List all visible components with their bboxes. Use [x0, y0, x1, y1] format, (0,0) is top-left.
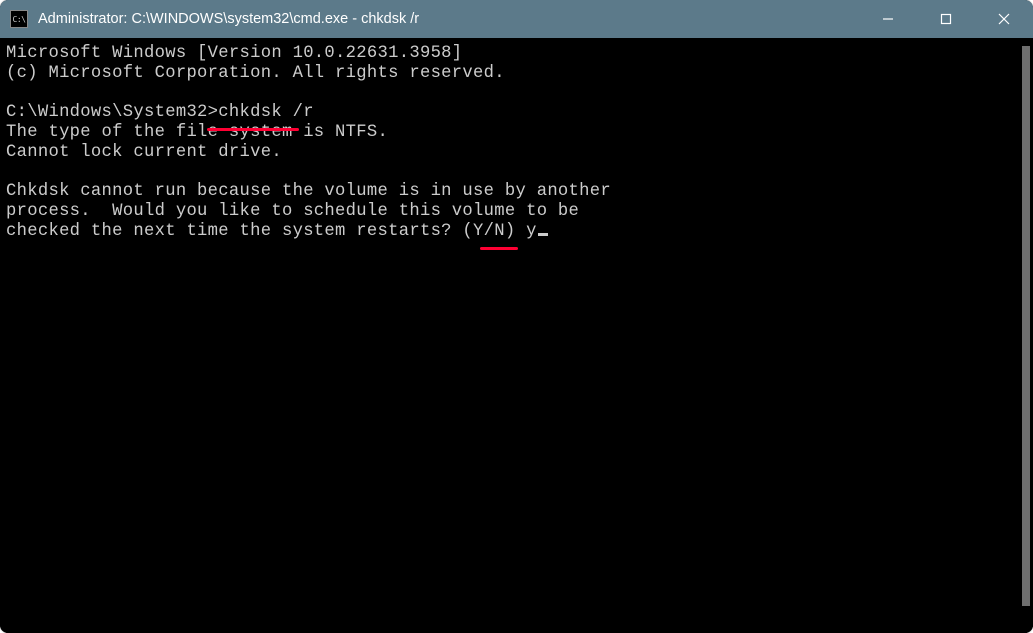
scrollbar-thumb[interactable] [1022, 46, 1030, 606]
cmd-icon: C:\ [10, 10, 28, 28]
close-button[interactable] [975, 0, 1033, 38]
prompt-prefix: C:\Windows\System32> [6, 103, 218, 122]
close-icon [998, 13, 1010, 25]
message-line-3: checked the next time the system restart… [6, 222, 526, 241]
minimize-icon [882, 13, 894, 25]
command-text: chkdsk /r [218, 103, 314, 122]
message-line-1: Chkdsk cannot run because the volume is … [6, 182, 611, 201]
maximize-icon [940, 13, 952, 25]
terminal-content[interactable]: Microsoft Windows [Version 10.0.22631.39… [0, 38, 1015, 633]
copyright-line: (c) Microsoft Corporation. All rights re… [6, 64, 505, 83]
lock-error-line: Cannot lock current drive. [6, 143, 282, 162]
title-bar[interactable]: C:\ Administrator: C:\WINDOWS\system32\c… [0, 0, 1033, 38]
annotation-underline-command [207, 128, 299, 131]
version-line: Microsoft Windows [Version 10.0.22631.39… [6, 44, 462, 63]
window-title: Administrator: C:\WINDOWS\system32\cmd.e… [38, 11, 859, 27]
message-line-2: process. Would you like to schedule this… [6, 202, 579, 221]
scrollbar[interactable] [1015, 38, 1033, 633]
filesystem-line: The type of the file system is NTFS. [6, 123, 388, 142]
minimize-button[interactable] [859, 0, 917, 38]
terminal-area[interactable]: Microsoft Windows [Version 10.0.22631.39… [0, 38, 1033, 633]
user-input: y [526, 222, 537, 241]
cursor [538, 233, 548, 236]
annotation-underline-input [480, 247, 518, 250]
window-controls [859, 0, 1033, 38]
cmd-window: C:\ Administrator: C:\WINDOWS\system32\c… [0, 0, 1033, 633]
maximize-button[interactable] [917, 0, 975, 38]
